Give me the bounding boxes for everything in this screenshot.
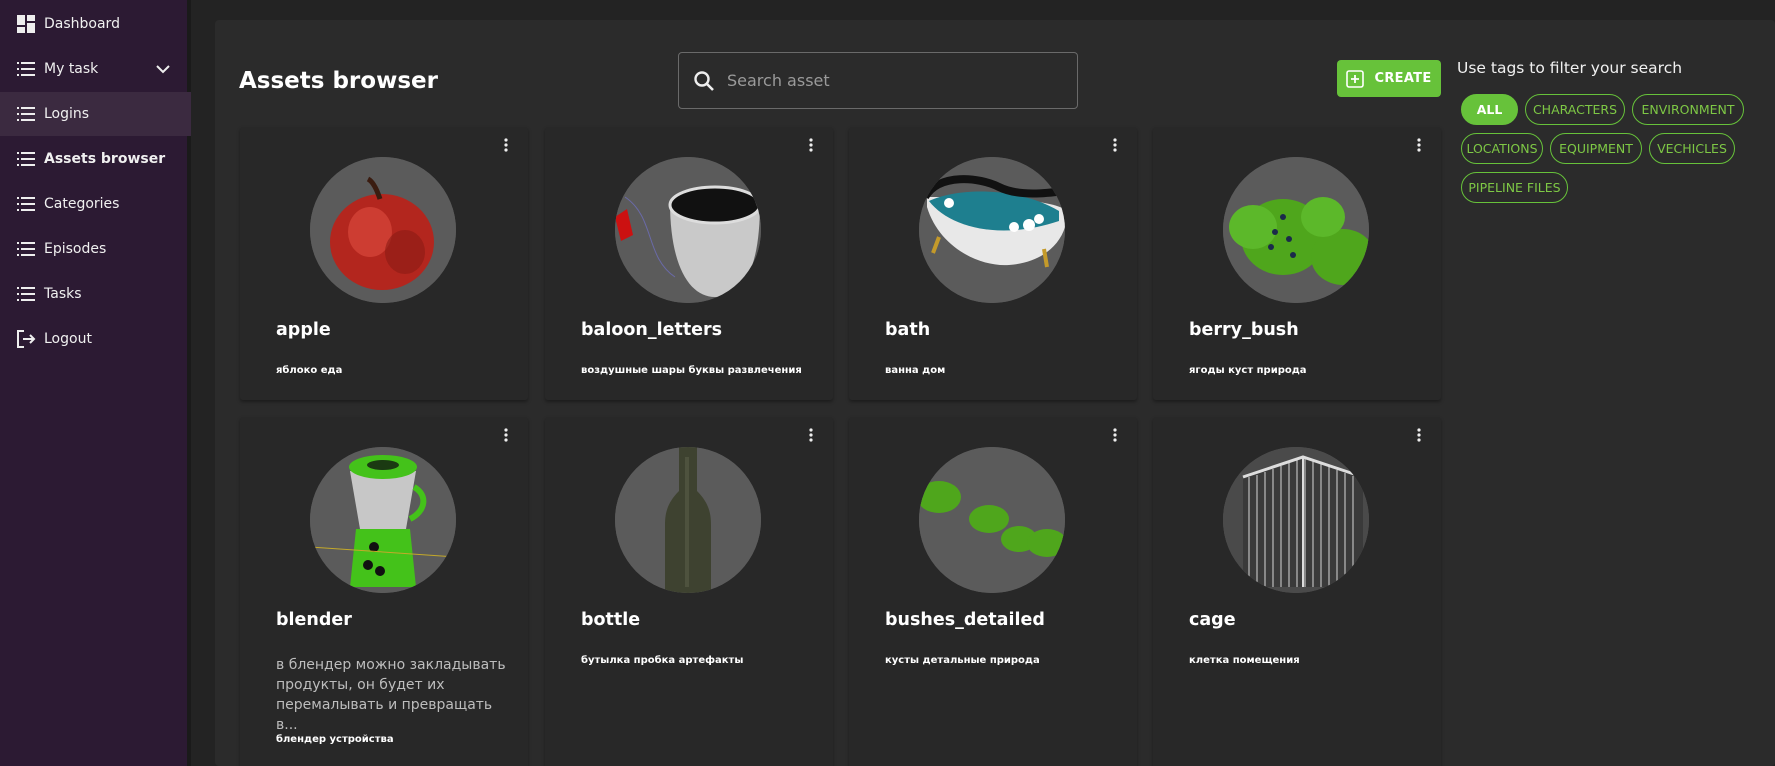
tag-equipment[interactable]: EQUIPMENT (1550, 133, 1642, 164)
asset-card-berry-bush[interactable]: berry_bush ягоды куст природа (1153, 127, 1441, 400)
tag-environment[interactable]: ENVIRONMENT (1632, 94, 1744, 125)
sidebar-item-logout[interactable]: Logout (0, 317, 191, 361)
create-button-label: CREATE (1374, 71, 1432, 86)
tag-vechicles[interactable]: VECHICLES (1649, 133, 1735, 164)
asset-card-blender[interactable]: blender в блендер можно закладывать прод… (240, 417, 528, 766)
more-vert-icon[interactable] (803, 427, 819, 443)
asset-tags: ягоды куст природа (1189, 365, 1307, 376)
sidebar-item-label: Logins (44, 106, 90, 122)
asset-tags: кусты детальные природа (885, 655, 1040, 666)
asset-name: berry_bush (1189, 320, 1299, 340)
more-vert-icon[interactable] (498, 427, 514, 443)
tag-pipeline-files[interactable]: PIPELINE FILES (1461, 172, 1568, 203)
asset-name: blender (276, 610, 352, 630)
list-icon (16, 59, 36, 79)
create-button[interactable]: CREATE (1337, 60, 1441, 97)
logout-icon (16, 329, 36, 349)
bottle-thumbnail[interactable] (615, 447, 761, 593)
asset-name: bushes_detailed (885, 610, 1045, 630)
list-icon (16, 104, 36, 124)
more-vert-icon[interactable] (1107, 137, 1123, 153)
dashboard-icon (16, 14, 36, 34)
main-panel: Assets browser CREATE Use tags to filter… (215, 20, 1775, 766)
tag-locations[interactable]: LOCATIONS (1461, 133, 1543, 164)
asset-tags: бутылка пробка артефакты (581, 655, 744, 666)
sidebar-item-assets-browser[interactable]: Assets browser (0, 137, 191, 181)
asset-tags: яблоко еда (276, 365, 343, 376)
bushes-thumbnail[interactable] (919, 447, 1065, 593)
asset-card-apple[interactable]: apple яблоко еда (240, 127, 528, 400)
asset-name: cage (1189, 610, 1236, 630)
asset-tags: клетка помещения (1189, 655, 1300, 666)
apple-thumbnail[interactable] (310, 157, 456, 303)
more-vert-icon[interactable] (803, 137, 819, 153)
chevron-down-icon[interactable] (155, 61, 171, 77)
cage-thumbnail[interactable] (1223, 447, 1369, 593)
asset-description: в блендер можно закладывать продукты, он… (276, 657, 506, 733)
sidebar-item-label: Episodes (44, 241, 107, 257)
more-vert-icon[interactable] (1107, 427, 1123, 443)
list-icon (16, 284, 36, 304)
list-icon (16, 239, 36, 259)
list-icon (16, 149, 36, 169)
sidebar-item-episodes[interactable]: Episodes (0, 227, 191, 271)
asset-tags: ванна дом (885, 365, 946, 376)
bath-thumbnail[interactable] (919, 157, 1065, 303)
sidebar-item-my-task[interactable]: My task (0, 47, 191, 91)
sidebar-item-label: Dashboard (44, 16, 120, 32)
more-vert-icon[interactable] (498, 137, 514, 153)
filter-hint: Use tags to filter your search (1457, 59, 1683, 77)
more-vert-icon[interactable] (1411, 137, 1427, 153)
search-box[interactable] (678, 52, 1078, 109)
list-icon (16, 194, 36, 214)
asset-card-bushes-detailed[interactable]: bushes_detailed кусты детальные природа (849, 417, 1137, 766)
sidebar-item-label: My task (44, 61, 99, 77)
asset-name: apple (276, 320, 331, 340)
asset-card-bottle[interactable]: bottle бутылка пробка артефакты (545, 417, 833, 766)
search-input[interactable] (727, 71, 1047, 90)
tag-all[interactable]: ALL (1461, 94, 1518, 125)
sidebar-item-label: Tasks (44, 286, 82, 302)
sidebar-item-categories[interactable]: Categories (0, 182, 191, 226)
balloon-thumbnail[interactable] (615, 157, 761, 303)
sidebar-item-logins[interactable]: Logins (0, 92, 191, 136)
asset-tags: блендер устройства (276, 734, 394, 745)
more-vert-icon[interactable] (1411, 427, 1427, 443)
sidebar-item-label: Logout (44, 331, 92, 347)
add-box-icon (1346, 69, 1365, 88)
asset-name: bath (885, 320, 931, 340)
asset-card-bath[interactable]: bath ванна дом (849, 127, 1137, 400)
asset-card-baloon-letters[interactable]: baloon_letters воздушные шары буквы разв… (545, 127, 833, 400)
asset-name: bottle (581, 610, 641, 630)
asset-name: baloon_letters (581, 320, 723, 340)
blender-thumbnail[interactable] (310, 447, 456, 593)
sidebar-item-dashboard[interactable]: Dashboard (0, 2, 191, 46)
asset-card-cage[interactable]: cage клетка помещения (1153, 417, 1441, 766)
sidebar-item-label: Assets browser (44, 151, 166, 167)
sidebar-item-label: Categories (44, 196, 120, 212)
tag-characters[interactable]: CHARACTERS (1525, 94, 1625, 125)
sidebar: Dashboard My task Logins Assets browser … (0, 0, 191, 766)
page-title: Assets browser (239, 68, 438, 94)
sidebar-item-tasks[interactable]: Tasks (0, 272, 191, 316)
search-icon (693, 70, 715, 92)
asset-tags: воздушные шары буквы развлечения (581, 365, 802, 376)
bush-thumbnail[interactable] (1223, 157, 1369, 303)
